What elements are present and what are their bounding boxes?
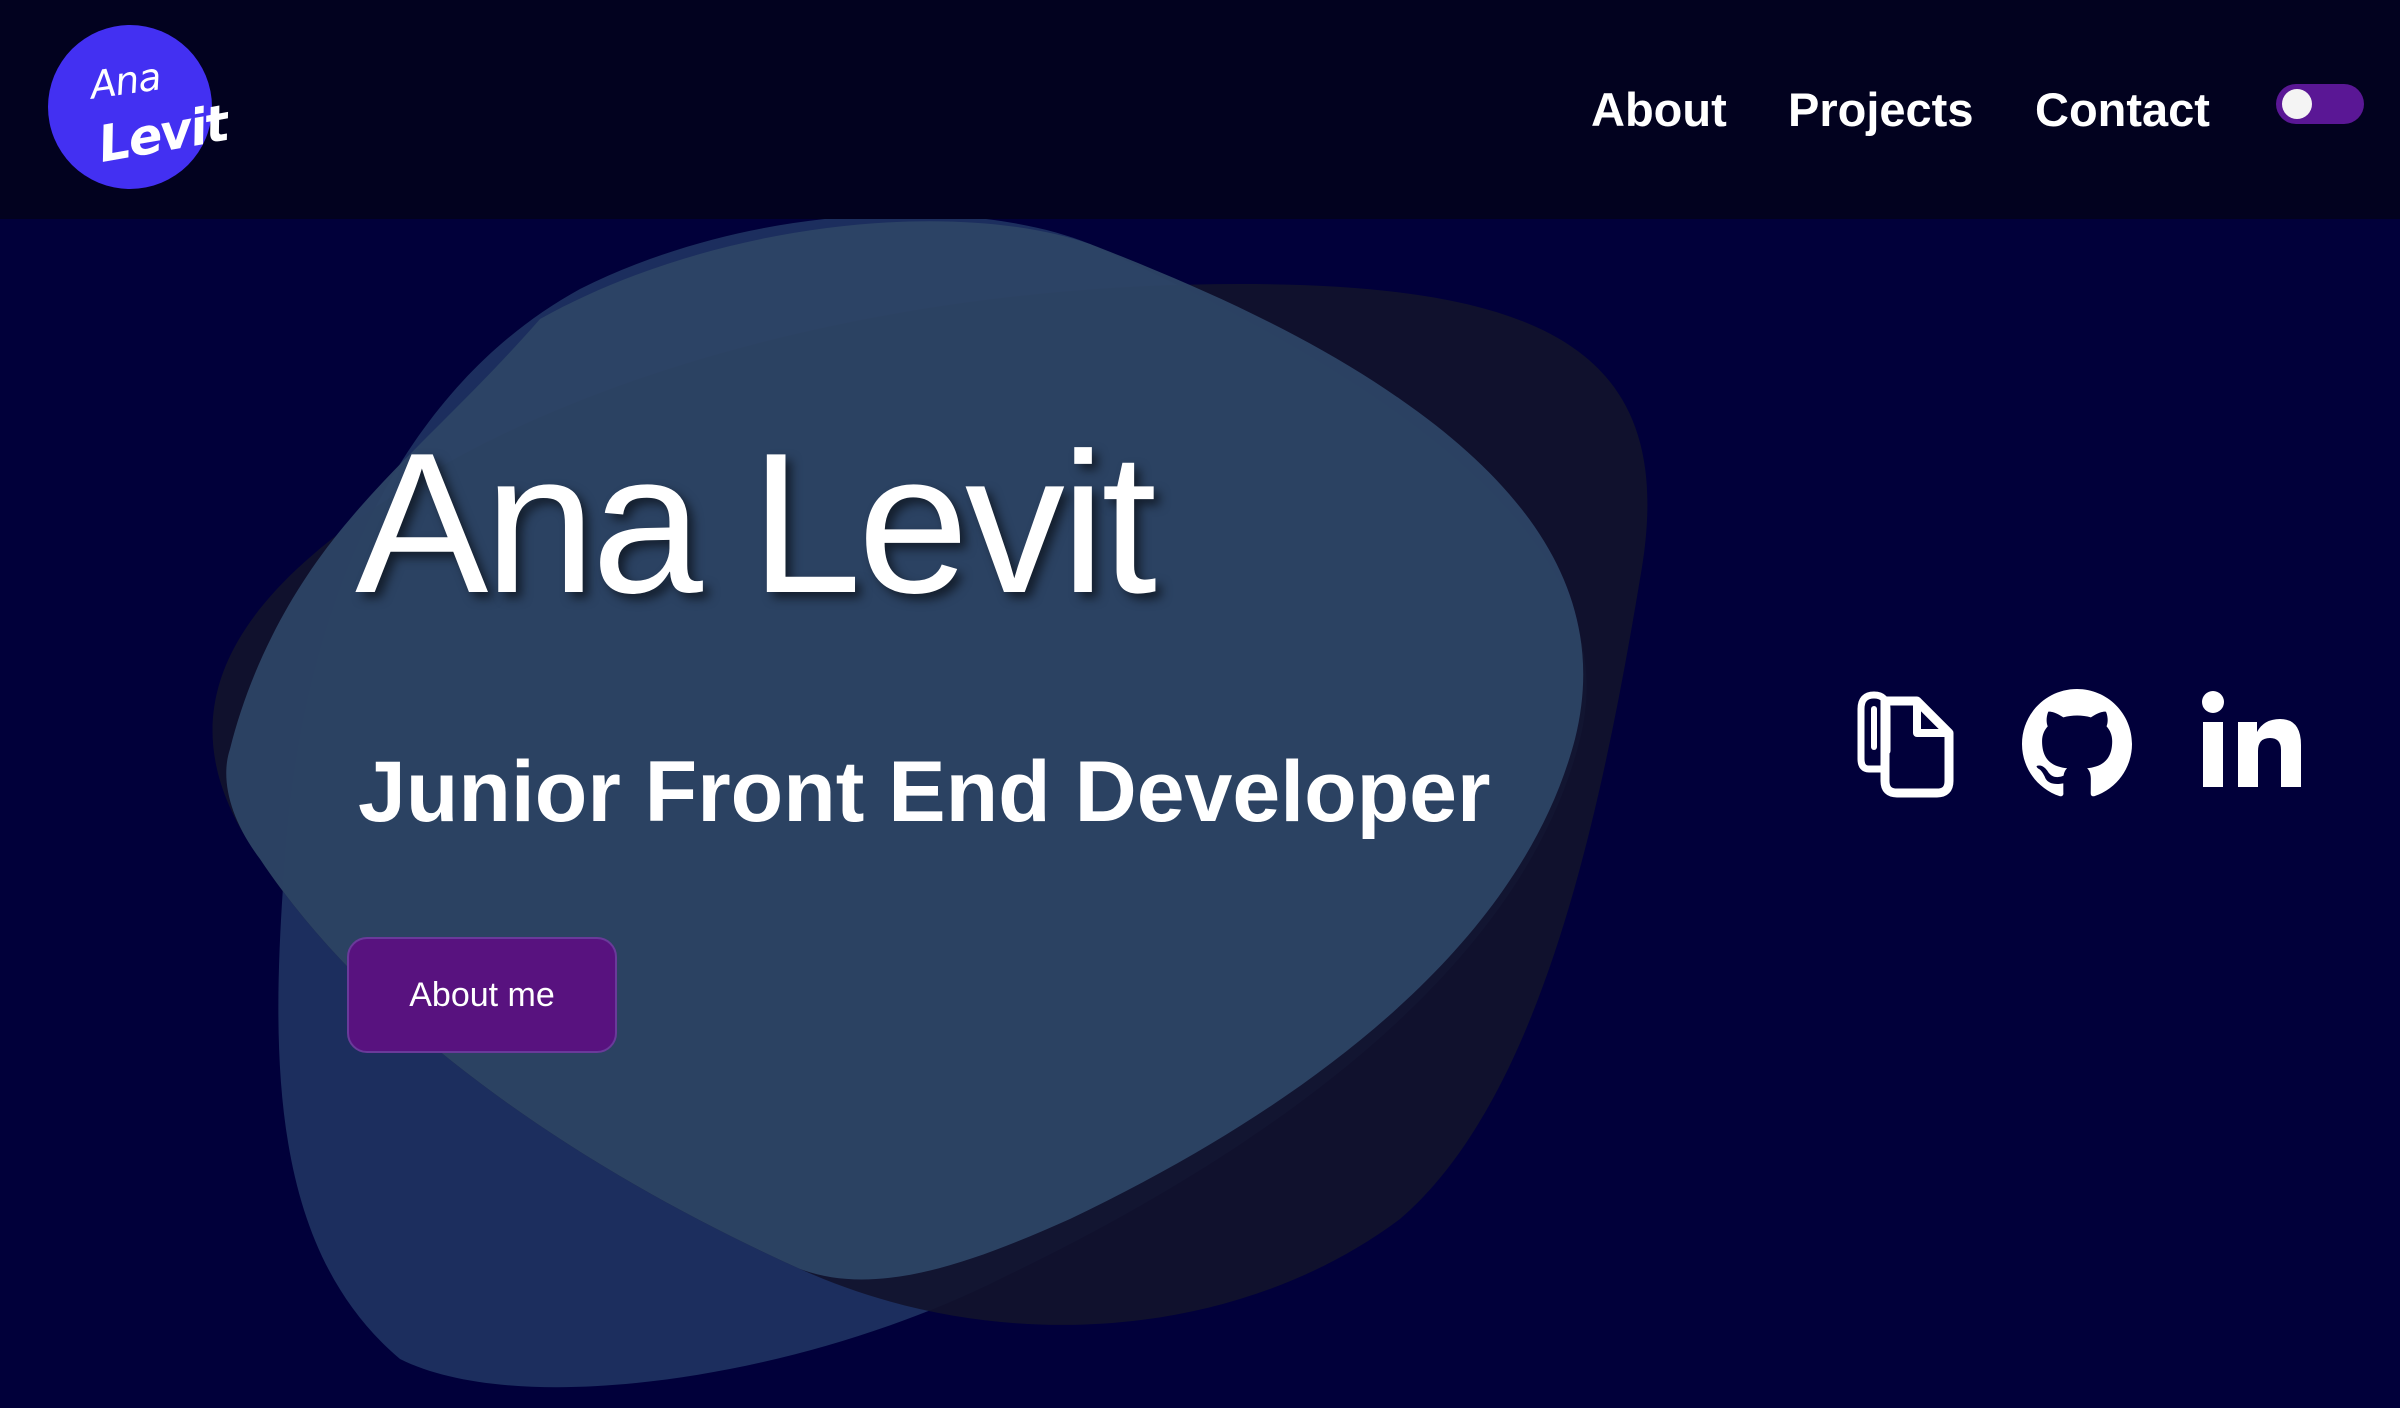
linkedin-icon	[2202, 691, 2301, 787]
github-link[interactable]	[2022, 689, 2132, 799]
nav-link-about[interactable]: About	[1591, 80, 1727, 140]
linkedin-link[interactable]	[2200, 689, 2304, 793]
hero-role: Junior Front End Developer	[358, 744, 1491, 840]
about-me-button[interactable]: About me	[347, 937, 617, 1053]
hero-section: Ana Levit Junior Front End Developer Abo…	[0, 219, 2400, 1408]
resume-document-icon	[1857, 691, 1954, 798]
nav-link-projects[interactable]: Projects	[1788, 80, 1973, 140]
theme-toggle[interactable]	[2276, 84, 2364, 124]
nav-link-contact[interactable]: Contact	[2035, 80, 2210, 140]
resume-link[interactable]	[1855, 689, 1955, 799]
navbar: Ana Levit About Projects Contact	[0, 0, 2400, 219]
hero-name: Ana Levit	[355, 412, 1157, 635]
theme-toggle-knob	[2282, 89, 2312, 119]
github-icon	[2022, 689, 2132, 797]
nav-links: About Projects Contact	[0, 80, 2400, 140]
